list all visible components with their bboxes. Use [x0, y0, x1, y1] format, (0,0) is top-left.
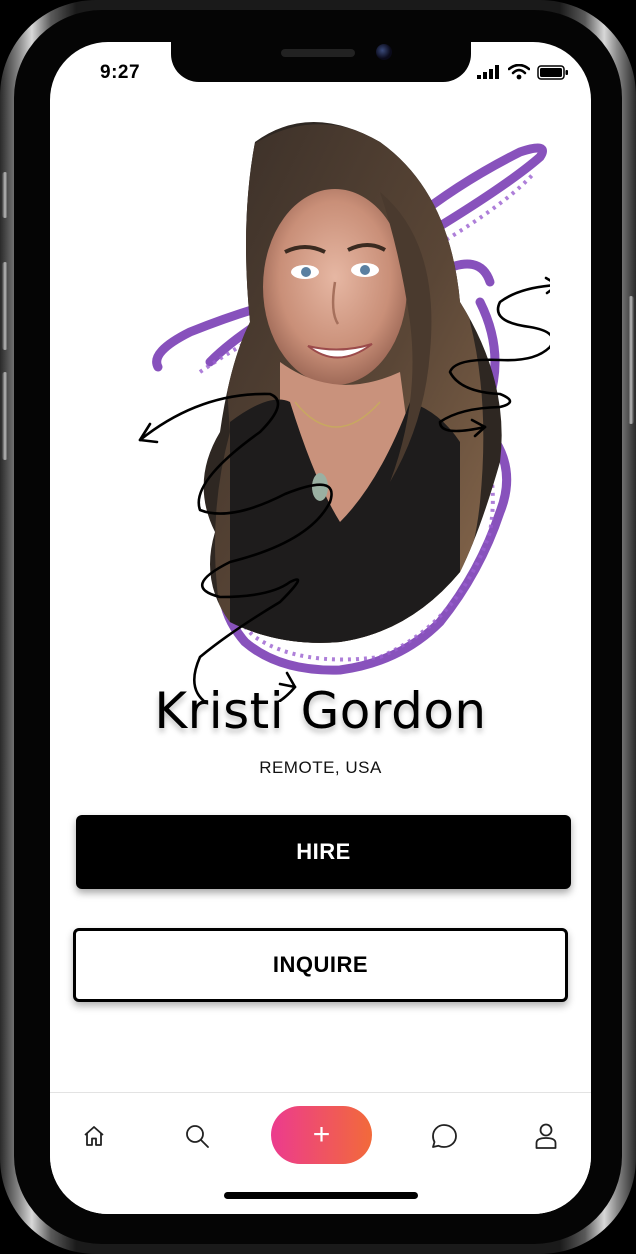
mute-switch	[2, 172, 8, 218]
notch	[171, 42, 471, 82]
profile-name: Kristi Gordon	[154, 682, 487, 740]
status-time: 9:27	[100, 62, 141, 83]
status-icons	[477, 64, 569, 80]
volume-up-button	[2, 262, 8, 350]
screen: 9:27 Kristi Gordon REMOTE, USA HIRE INQU…	[50, 42, 591, 1214]
home-tab[interactable]	[79, 1121, 109, 1151]
search-icon	[186, 1125, 209, 1148]
chat-icon	[432, 1124, 457, 1148]
create-button[interactable]: +	[271, 1106, 372, 1164]
hire-button[interactable]: HIRE	[76, 815, 571, 889]
profile-tab[interactable]	[531, 1121, 561, 1151]
battery-icon	[537, 64, 568, 80]
volume-down-button	[2, 372, 8, 460]
messages-tab[interactable]	[429, 1121, 459, 1151]
plus-icon: +	[312, 1118, 331, 1151]
inquire-button[interactable]: INQUIRE	[73, 928, 568, 1002]
home-icon	[84, 1126, 104, 1146]
signal-icon	[477, 65, 499, 79]
front-camera	[376, 44, 392, 60]
search-tab[interactable]	[182, 1121, 212, 1151]
power-button	[628, 296, 634, 424]
profile-icon	[535, 1123, 557, 1149]
speaker	[281, 49, 355, 57]
home-indicator[interactable]	[224, 1192, 418, 1199]
wifi-icon	[508, 64, 530, 80]
profile-location: REMOTE, USA	[259, 758, 382, 777]
profile-portrait	[80, 102, 560, 714]
